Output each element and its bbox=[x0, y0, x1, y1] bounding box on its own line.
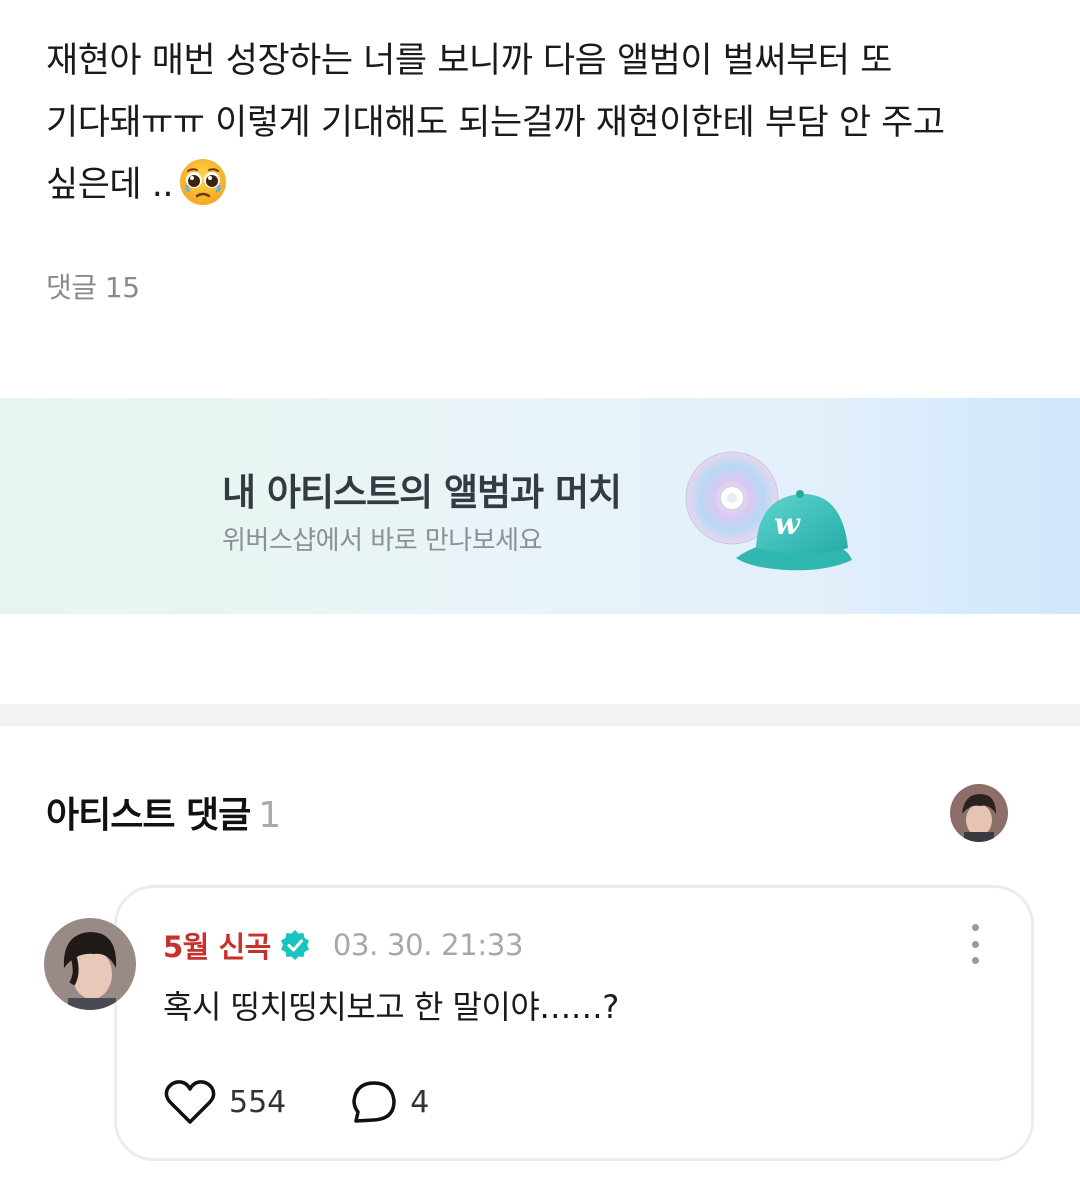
banner-title: 내 아티스트의 앨범과 머치 bbox=[222, 471, 622, 514]
comment-count[interactable]: 댓글 15 bbox=[46, 266, 140, 306]
comment-author-avatar-image bbox=[44, 918, 136, 1010]
comment-text: 혹시 띵치띵치보고 한 말이야……? bbox=[163, 988, 619, 1026]
comment-author[interactable]: 5월 신곡 bbox=[163, 924, 271, 966]
more-dot bbox=[971, 940, 979, 948]
heart-icon bbox=[164, 1080, 216, 1124]
more-dot bbox=[971, 924, 979, 931]
comment-author-avatar[interactable] bbox=[44, 918, 136, 1010]
comment-bubble-icon bbox=[352, 1081, 397, 1123]
artist-avatar[interactable] bbox=[950, 784, 1008, 842]
reply-button[interactable]: 4 bbox=[350, 1079, 429, 1125]
reply-count: 4 bbox=[410, 1084, 430, 1120]
banner-subtitle: 위버스샵에서 바로 만나보세요 bbox=[222, 526, 543, 556]
more-options-button[interactable] bbox=[965, 924, 985, 964]
pleading-face-emoji bbox=[179, 159, 226, 205]
post-line-3-text: 싶은데 .. bbox=[46, 165, 173, 205]
more-dot bbox=[971, 957, 979, 964]
post-line-3: 싶은데 .. bbox=[46, 154, 1036, 216]
post-line-2: 기다돼ㅠㅠ 이렇게 기대해도 되는걸까 재현이한테 부담 안 주고 bbox=[46, 103, 945, 143]
post-body: 재현아 매번 성장하는 너를 보니까 다음 앨범이 벌써부터 또 기다돼ㅠㅠ 이… bbox=[46, 30, 1036, 216]
artist-comments-title: 아티스트 댓글 1 bbox=[46, 786, 281, 838]
artist-avatar-image bbox=[950, 784, 1008, 842]
shop-banner[interactable]: 내 아티스트의 앨범과 머치 위버스샵에서 바로 만나보세요 w bbox=[0, 398, 1080, 614]
artist-comments-label: 아티스트 댓글 bbox=[46, 795, 251, 836]
section-divider bbox=[0, 704, 1080, 726]
artist-comments-count: 1 bbox=[258, 795, 281, 836]
cd-and-cap-icon: w bbox=[685, 451, 852, 571]
verified-badge-icon bbox=[280, 930, 309, 960]
post-line-1: 재현아 매번 성장하는 너를 보니까 다음 앨범이 벌써부터 또 bbox=[46, 41, 892, 81]
comment-actions: 554 4 bbox=[163, 1078, 429, 1126]
like-button[interactable]: 554 bbox=[163, 1078, 286, 1126]
comment-timestamp: 03. 30. 21:33 bbox=[332, 928, 524, 962]
like-count: 554 bbox=[229, 1084, 287, 1120]
artist-comment-card: 5월 신곡 03. 30. 21:33 혹시 띵치띵치보고 한 말이야……? 5… bbox=[114, 885, 1034, 1161]
comment-author-row: 5월 신곡 03. 30. 21:33 bbox=[163, 924, 523, 966]
cap-letter: w bbox=[774, 507, 801, 542]
post-page: 재현아 매번 성장하는 너를 보니까 다음 앨범이 벌써부터 또 기다돼ㅠㅠ 이… bbox=[0, 0, 1080, 1183]
